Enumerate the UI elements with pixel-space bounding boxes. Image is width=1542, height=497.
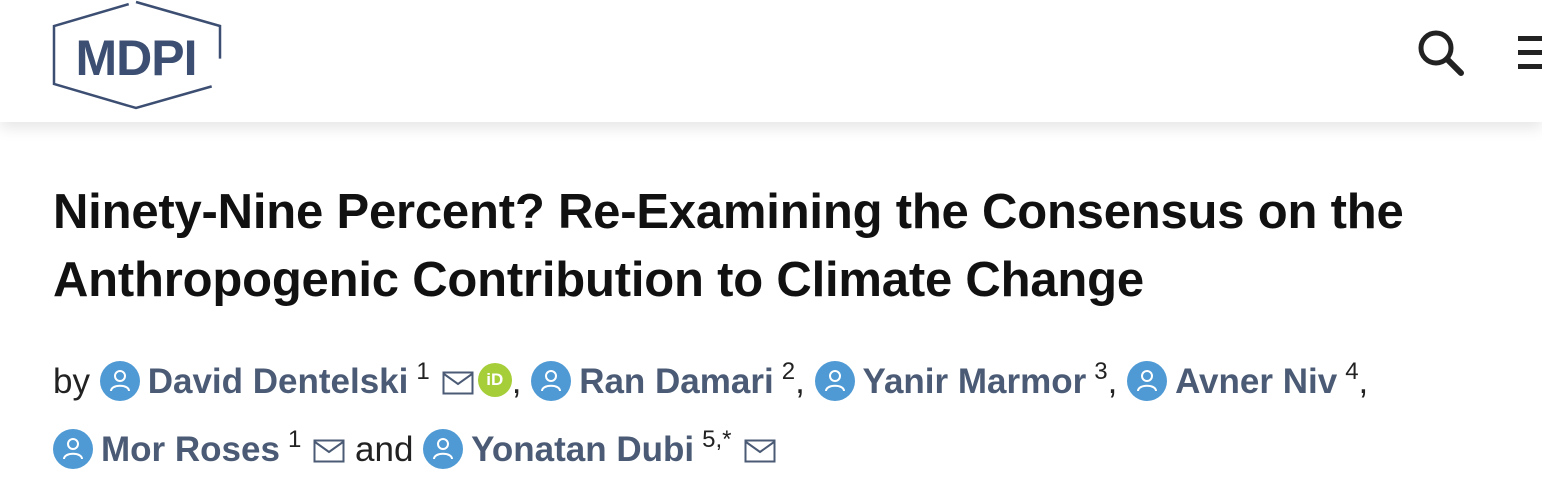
and-label: and: [355, 430, 414, 469]
author-separator: ,: [1358, 362, 1369, 401]
by-label: by: [53, 362, 90, 401]
email-icon[interactable]: [442, 356, 474, 412]
article-title: Ninety-Nine Percent? Re-Examining the Co…: [53, 178, 1538, 314]
title-line-1: Ninety-Nine Percent? Re-Examining the Co…: [53, 185, 1404, 239]
author-name[interactable]: Ran Damari: [579, 362, 774, 401]
person-icon: [814, 361, 855, 401]
author-ran-damari: Ran Damari 2: [531, 358, 795, 401]
author-name[interactable]: Yonatan Dubi: [471, 430, 694, 469]
affiliation-number[interactable]: 4: [1345, 358, 1358, 385]
mdpi-logo[interactable]: MDPI: [50, 0, 224, 112]
affiliation-number[interactable]: 1: [288, 426, 301, 453]
title-line-2: Anthropogenic Contribution to Climate Ch…: [53, 253, 1144, 307]
email-icon[interactable]: [313, 424, 345, 480]
person-icon: [423, 429, 464, 469]
author-name[interactable]: David Dentelski: [148, 362, 409, 401]
author-separator: ,: [795, 362, 805, 401]
author-david-dentelski: David Dentelski 1 iD: [99, 358, 512, 401]
logo-text: MDPI: [76, 30, 197, 86]
orcid-icon[interactable]: iD: [477, 363, 512, 397]
author-mor-roses: Mor Roses 1: [53, 426, 345, 469]
search-icon: [1418, 30, 1464, 76]
menu-icon: [1518, 36, 1542, 41]
author-separator: ,: [511, 362, 522, 401]
author-name[interactable]: Avner Niv: [1175, 362, 1337, 401]
author-name[interactable]: Mor Roses: [101, 430, 280, 469]
author-avner-niv: Avner Niv 4: [1127, 358, 1359, 401]
person-icon: [531, 361, 572, 401]
affiliation-number[interactable]: 5,*: [702, 426, 731, 453]
email-icon[interactable]: [744, 424, 776, 480]
menu-button[interactable]: [1512, 30, 1542, 74]
person-icon: [53, 429, 93, 469]
affiliation-number[interactable]: 2: [782, 358, 795, 385]
article-header: Ninety-Nine Percent? Re-Examining the Co…: [0, 122, 1542, 497]
author-list: by David Dentelski 1 iD, Ran Damari 2, Yani…: [53, 344, 1533, 480]
author-yonatan-dubi: Yonatan Dubi 5,*: [423, 426, 775, 469]
author-separator: ,: [1107, 362, 1118, 401]
author-name[interactable]: Yanir Marmor: [863, 362, 1087, 401]
author-yanir-marmor: Yanir Marmor 3: [814, 358, 1108, 401]
person-icon: [1127, 361, 1168, 401]
search-button[interactable]: [1414, 28, 1468, 78]
affiliation-number[interactable]: 1: [416, 358, 429, 385]
affiliation-number[interactable]: 3: [1094, 358, 1107, 385]
person-icon: [99, 361, 140, 401]
site-header: MDPI: [0, 0, 1542, 122]
